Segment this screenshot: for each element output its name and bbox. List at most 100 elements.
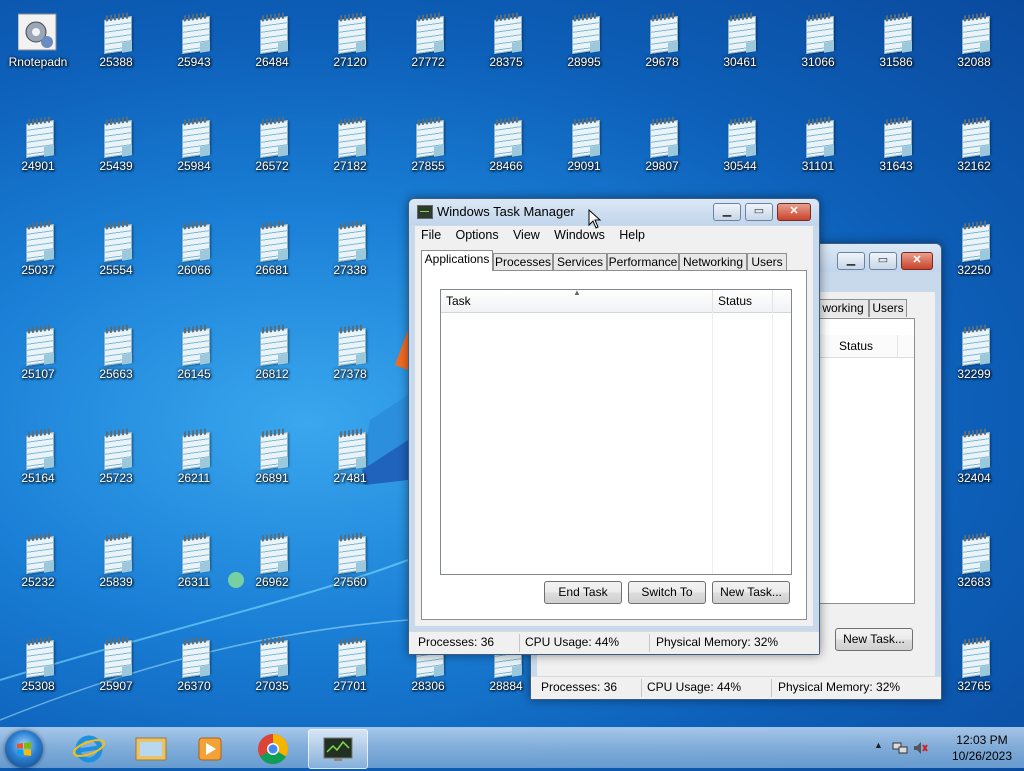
desktop-icon-label: 27378 [333,367,367,381]
desktop-icon-file[interactable]: 32250 [936,212,1012,292]
desktop-icon-file[interactable]: 27120 [312,4,388,84]
chrome-icon[interactable] [244,729,302,767]
task-manager-icon[interactable] [308,729,368,769]
desktop-icon-notepad-shortcut[interactable]: Rnotepadn [0,4,76,84]
close-button[interactable]: ✕ [901,252,933,270]
desktop-icon-label: 26370 [177,679,211,693]
internet-explorer-icon[interactable] [60,729,118,767]
desktop-icon-file[interactable]: 26962 [234,524,310,604]
desktop-icon-file[interactable]: 32683 [936,524,1012,604]
show-hidden-icons-icon[interactable]: ▲ [874,740,883,750]
column-header-status[interactable]: Status [713,290,773,312]
desktop-icon-file[interactable]: 28995 [546,4,622,84]
desktop-icon-file[interactable]: 25984 [156,108,232,188]
desktop-icon-file[interactable]: 26066 [156,212,232,292]
desktop-icon-file[interactable]: 32088 [936,4,1012,84]
desktop-icon-file[interactable]: 26812 [234,316,310,396]
notepad-file-icon [178,12,212,54]
tab-processes[interactable]: Processes [493,253,553,271]
desktop-icon-file[interactable]: 25107 [0,316,76,396]
title-bar[interactable]: Windows Task Manager ▁ ▭ ✕ [409,199,819,225]
desktop-icon-file[interactable]: 29678 [624,4,700,84]
desktop-icon-file[interactable]: 25839 [78,524,154,604]
desktop-icon-label: 25839 [99,575,133,589]
desktop-icon-file[interactable]: 26211 [156,420,232,500]
desktop-icon-file[interactable]: 26311 [156,524,232,604]
desktop-icon-file[interactable]: 25907 [78,628,154,708]
column-header-task[interactable]: Task [441,290,713,312]
desktop-icon-file[interactable]: 32162 [936,108,1012,188]
desktop-icon-file[interactable]: 32404 [936,420,1012,500]
desktop-icon-file[interactable]: 25232 [0,524,76,604]
desktop-icon-file[interactable]: 28466 [468,108,544,188]
network-icon[interactable] [892,740,908,756]
task-manager-window[interactable]: Windows Task Manager ▁ ▭ ✕ File Options … [408,198,820,655]
volume-muted-icon[interactable] [912,740,928,756]
desktop-icon-file[interactable]: 26484 [234,4,310,84]
desktop-icon-file[interactable]: 31586 [858,4,934,84]
tab-applications[interactable]: Applications [421,250,493,271]
desktop-icon-file[interactable]: 26145 [156,316,232,396]
close-button[interactable]: ✕ [777,203,811,221]
windows-explorer-icon[interactable] [122,729,180,767]
minimize-button[interactable]: ▁ [837,252,865,270]
desktop-icon-file[interactable]: 25308 [0,628,76,708]
minimize-button[interactable]: ▁ [713,203,741,221]
menu-help[interactable]: Help [613,226,650,242]
applications-list[interactable]: ▲ Task Status [440,288,792,575]
media-player-icon[interactable] [180,729,238,767]
end-task-button[interactable]: End Task [544,581,622,604]
desktop-icon-file[interactable]: 27378 [312,316,388,396]
desktop-icon-file[interactable]: 31643 [858,108,934,188]
desktop-icon-file[interactable]: 27182 [312,108,388,188]
desktop-icon-file[interactable]: 30461 [702,4,778,84]
desktop-icon-file[interactable]: 26891 [234,420,310,500]
tab-performance[interactable]: Performance [607,253,679,271]
switch-to-button[interactable]: Switch To [628,581,706,604]
column-header-status[interactable]: Status [834,335,898,357]
menu-options[interactable]: Options [450,226,504,242]
clock[interactable]: 12:03 PM 10/26/2023 [952,732,1012,764]
desktop-icon-file[interactable]: 24901 [0,108,76,188]
maximize-button[interactable]: ▭ [869,252,897,270]
desktop-icon-file[interactable]: 27701 [312,628,388,708]
desktop-icon-file[interactable]: 25164 [0,420,76,500]
desktop-icon-file[interactable]: 25388 [78,4,154,84]
maximize-button[interactable]: ▭ [745,203,773,221]
desktop-icon-file[interactable]: 25554 [78,212,154,292]
desktop-icon-file[interactable]: 27560 [312,524,388,604]
tab-users[interactable]: Users [869,299,907,317]
desktop-icon-file[interactable]: 32299 [936,316,1012,396]
notepad-file-icon [178,636,212,678]
desktop-icon-label: 26812 [255,367,289,381]
desktop-icon-file[interactable]: 27338 [312,212,388,292]
menu-file[interactable]: File [415,226,446,242]
desktop-icon-file[interactable]: 27035 [234,628,310,708]
tab-services[interactable]: Services [553,253,607,271]
desktop-icon-file[interactable]: 27855 [390,108,466,188]
desktop-icon-file[interactable]: 31066 [780,4,856,84]
desktop-icon-file[interactable]: 25723 [78,420,154,500]
desktop-icon-file[interactable]: 30544 [702,108,778,188]
desktop-icon-file[interactable]: 31101 [780,108,856,188]
tab-users[interactable]: Users [747,253,787,271]
desktop-icon-file[interactable]: 32765 [936,628,1012,708]
tab-networking[interactable]: working [817,299,869,317]
desktop-icon-file[interactable]: 26572 [234,108,310,188]
tab-networking[interactable]: Networking [679,253,747,271]
desktop-icon-file[interactable]: 25439 [78,108,154,188]
desktop-icon-file[interactable]: 29807 [624,108,700,188]
desktop-icon-file[interactable]: 29091 [546,108,622,188]
menu-view[interactable]: View [507,226,545,242]
desktop-icon-file[interactable]: 26370 [156,628,232,708]
desktop-icon-file[interactable]: 26681 [234,212,310,292]
desktop-icon-file[interactable]: 25037 [0,212,76,292]
start-button[interactable] [5,730,43,768]
new-task-button[interactable]: New Task... [835,628,913,651]
desktop-icon-file[interactable]: 25663 [78,316,154,396]
desktop-icon-file[interactable]: 27772 [390,4,466,84]
desktop-icon-file[interactable]: 25943 [156,4,232,84]
desktop-icon-file[interactable]: 27481 [312,420,388,500]
new-task-button[interactable]: New Task... [712,581,790,604]
desktop-icon-file[interactable]: 28375 [468,4,544,84]
